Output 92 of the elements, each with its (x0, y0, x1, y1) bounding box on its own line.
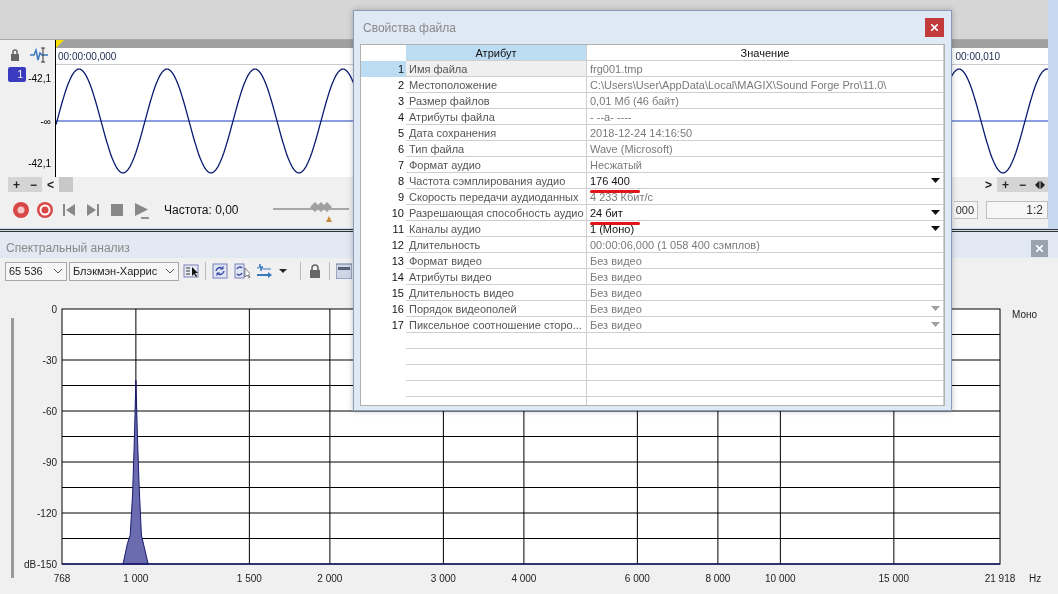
value-cell: C:\Users\User\AppData\Local\MAGIX\Sound Forge Pro\11.0\ (587, 77, 944, 93)
value-cell: 4 233 Кбит/с (587, 189, 944, 205)
row-number: 1 (361, 61, 406, 77)
row-number: 6 (396, 142, 405, 157)
x-tick-label: 21 918 (984, 573, 1016, 584)
attribute-cell: Дата сохранения (406, 125, 587, 141)
value-cell: Без видео (587, 253, 944, 269)
attribute-cell: Местоположение (406, 77, 587, 93)
row-number: 3 (396, 94, 405, 109)
attribute-cell: Имя файла (406, 61, 587, 77)
y-tick-label: -90 (42, 457, 57, 468)
scale-label: -42,1 (28, 158, 51, 169)
x-tick-label: 2 000 (317, 573, 343, 584)
value-dropdown[interactable]: Без видео (587, 317, 944, 333)
row-number: 14 (390, 270, 405, 285)
x-tick-label: 8 000 (705, 573, 731, 584)
value-cell: Wave (Microsoft) (587, 141, 944, 157)
zoom-in-button[interactable]: + (997, 177, 1014, 192)
column-header[interactable]: Атрибут (406, 45, 587, 61)
position-field[interactable]: 000 (954, 201, 978, 219)
scale-label: -42,1 (28, 73, 51, 84)
attribute-cell: Длительность видео (406, 285, 587, 301)
channel-label: Моно (1012, 309, 1038, 320)
attribute-cell: Формат видео (406, 253, 587, 269)
attribute-cell: Каналы аудио (406, 221, 587, 237)
dialog-title: Свойства файла (363, 20, 456, 35)
zoom-out-button[interactable]: − (25, 177, 42, 192)
row-number: 17 (390, 318, 405, 333)
attribute-cell: Атрибуты видео (406, 269, 587, 285)
x-tick-label: 15 000 (878, 573, 910, 584)
value-cell: 0,01 Мб (46 байт) (587, 93, 944, 109)
x-tick-label: 6 000 (624, 573, 650, 584)
value-cell: 2018-12-24 14:16:50 (587, 125, 944, 141)
value-cell: Несжатый (587, 157, 944, 173)
row-number: 16 (390, 302, 405, 317)
x-tick-label: 4 000 (511, 573, 537, 584)
x-tick-label: 3 000 (430, 573, 456, 584)
attribute-cell: Длительность (406, 237, 587, 253)
row-number: 13 (390, 254, 405, 269)
row-number: 12 (390, 238, 405, 253)
x-tick-label: 768 (53, 573, 71, 584)
x-tick-label: 1 500 (236, 573, 262, 584)
zoom-ratio-field[interactable]: 1:2 (986, 201, 1048, 219)
row-number: 10 (390, 206, 405, 221)
attribute-cell: Частота сэмплирования аудио (406, 173, 587, 189)
row-number: 5 (396, 126, 405, 141)
scroll-right-button[interactable]: > (980, 177, 997, 192)
value-dropdown[interactable]: Без видео (587, 301, 944, 317)
value-cell: 00:00:06,000 (1 058 400 сэмплов) (587, 237, 944, 253)
time-label: 00:00:00,000 (58, 50, 117, 62)
value-cell: Без видео (587, 285, 944, 301)
panel-title: Спектральный анализ (6, 241, 130, 255)
attribute-cell: Разрешающая способность аудио (406, 205, 587, 221)
value-cell: Без видео (587, 269, 944, 285)
row-number: 11 (391, 222, 405, 237)
x-tick-label: 10 000 (765, 573, 796, 584)
y-tick-label: 0 (51, 304, 57, 315)
y-tick-label: -120 (37, 508, 57, 519)
value-dropdown[interactable]: 1 (Моно) (587, 221, 944, 237)
attribute-cell: Тип файла (406, 141, 587, 157)
value-cell: frg001.tmp (587, 61, 944, 77)
value-dropdown[interactable]: 176 400 (587, 173, 944, 189)
value-dropdown[interactable]: 24 бит (587, 205, 944, 221)
column-header[interactable]: Значение (587, 45, 944, 61)
row-number: 15 (390, 286, 405, 301)
attribute-cell: Порядок видеополей (406, 301, 587, 317)
y-tick-label: -150 (37, 559, 57, 570)
scale-label: -∞ (40, 115, 51, 127)
attribute-cell: Пиксельное соотношение сторо... (406, 317, 587, 333)
row-number: 2 (396, 78, 405, 93)
x-tick-label: 1 000 (123, 573, 149, 584)
attribute-cell: Скорость передачи аудиоданных (406, 189, 587, 205)
row-number: 4 (396, 110, 405, 125)
attribute-cell: Атрибуты файла (406, 109, 587, 125)
time-label: 00:00,010 (955, 50, 1000, 62)
row-number: 8 (396, 174, 405, 189)
fft-size-select[interactable]: 65 536 (5, 261, 67, 281)
frequency-label: Частота: 0,00 (164, 203, 239, 217)
y-tick-label: -30 (42, 355, 57, 366)
x-axis-unit: Hz (1029, 573, 1042, 584)
value-cell: - --a- ---- (587, 109, 944, 125)
row-number: 7 (396, 158, 405, 173)
zoom-out-button[interactable]: − (1014, 177, 1031, 192)
y-tick-label: -60 (42, 406, 57, 417)
window-function-select[interactable]: Блэкмэн-Харрис (69, 261, 179, 281)
attribute-cell: Размер файлов (406, 93, 587, 109)
attribute-cell: Формат аудио (406, 157, 587, 173)
zoom-in-button[interactable]: + (8, 177, 25, 192)
y-axis-unit: dB (24, 559, 37, 570)
row-number: 9 (396, 190, 405, 205)
scroll-left-button[interactable]: < (42, 177, 59, 192)
channel-badge[interactable]: 1 (8, 67, 26, 82)
